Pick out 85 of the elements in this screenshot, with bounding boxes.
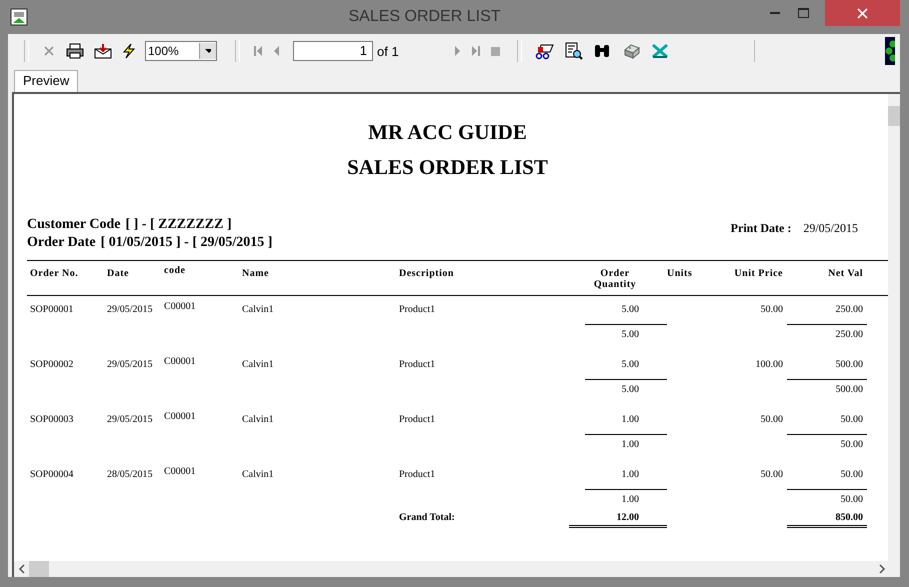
filter-value: [ 01/05/2015 ] - [ 29/05/2015 ] (100, 234, 272, 252)
table-cell-text: Calvin1 (242, 359, 275, 372)
table-cell-text: 29/05/2015 (107, 359, 154, 372)
column-header: Order No. (30, 268, 80, 281)
preview-tab[interactable]: Preview (14, 70, 78, 92)
table-cell-text: 50.00 (840, 469, 864, 482)
next-page-icon[interactable] (454, 45, 461, 57)
table-cell-text: 50.00 (760, 414, 784, 427)
company-name: MR ACC GUIDE (367, 120, 528, 145)
app-icon (10, 8, 28, 26)
subtotal-cell: 500.00 (787, 379, 867, 406)
table-cell-text: C00001 (164, 466, 197, 479)
scroll-thumb[interactable] (29, 561, 49, 577)
table-cell-text: Product1 (399, 469, 436, 482)
subtotal-cell: 250.00 (787, 324, 867, 351)
maximize-icon[interactable] (798, 8, 808, 18)
scroll-right-icon[interactable] (878, 564, 886, 574)
table-cell-text: SOP00004 (30, 469, 74, 482)
table-cell-text: SOP00001 (30, 304, 74, 317)
close-button[interactable] (825, 0, 900, 26)
column-header: Net Val (827, 268, 864, 281)
subtotal-cell: 5.00 (585, 324, 667, 351)
table-cell-text: 250.00 (834, 304, 864, 317)
table-cell-text: 29/05/2015 (107, 304, 154, 317)
window-title: SALES ORDER LIST (347, 8, 502, 26)
previous-page-icon[interactable] (273, 45, 280, 57)
table-cell-text: Calvin1 (242, 414, 275, 427)
column-header: Name (242, 268, 270, 281)
table-cell-text: 100.00 (754, 359, 784, 372)
close-icon (857, 8, 868, 18)
first-page-icon[interactable] (253, 45, 263, 57)
table-cell-text: 500.00 (834, 359, 864, 372)
vertical-scrollbar[interactable] (888, 94, 900, 561)
table-cell-text: Product1 (399, 414, 436, 427)
stop-icon[interactable] (490, 46, 500, 56)
table-cell-text: C00001 (164, 301, 197, 314)
scroll-thumb[interactable] (888, 106, 900, 126)
table-cell-text: 29/05/2015 (107, 414, 154, 427)
logo-icon (885, 37, 895, 65)
table-cell-text: C00001 (164, 411, 197, 424)
subtotal-cell: 5.00 (585, 379, 667, 406)
dropdown-arrow-icon (205, 49, 211, 53)
column-header: Description (399, 268, 455, 281)
print-date: 29/05/2015 (803, 221, 858, 237)
last-page-icon[interactable] (470, 45, 481, 57)
report-title: SALES ORDER LIST (346, 155, 549, 180)
column-header: Unit Price (733, 268, 784, 281)
table-cell-text: 5.00 (620, 304, 640, 317)
page-count: of 1 (377, 44, 399, 58)
filter-label: Order Date (27, 234, 96, 252)
spreadsheet-export-icon[interactable] (650, 43, 669, 59)
subtotal-cell: 50.00 (787, 434, 867, 461)
column-header: Units (667, 268, 694, 281)
table-cell-text: 50.00 (840, 414, 864, 427)
table-cell-text: Product1 (399, 304, 436, 317)
horizontal-scrollbar[interactable] (14, 561, 900, 577)
filter-label: Customer Code (27, 216, 120, 234)
table-cell-text: C00001 (164, 356, 197, 369)
table-cell-text: 1.00 (620, 469, 640, 482)
scroll-left-icon[interactable] (18, 564, 26, 574)
table-cell-text: SOP00002 (30, 359, 74, 372)
close-icon[interactable] (42, 44, 56, 58)
table-cell-text: 50.00 (760, 304, 784, 317)
column-header: Order Quantity (592, 268, 638, 292)
page-number-field[interactable]: 1 (293, 41, 373, 61)
subtotal-cell: 1.00 (585, 434, 667, 461)
print-date-label: Print Date : (730, 221, 792, 237)
table-cell-text: Product1 (399, 359, 436, 372)
column-header: Date (107, 268, 130, 281)
table-cell-text: 1.00 (620, 414, 640, 427)
column-header: code (164, 265, 186, 278)
grand-total-label: Grand Total: (399, 512, 456, 525)
filter-value: [ ] - [ ZZZZZZZ ] (125, 216, 232, 234)
table-cell-text: Calvin1 (242, 304, 275, 317)
table-cell-text: 50.00 (760, 469, 784, 482)
table-cell-text: Calvin1 (242, 469, 275, 482)
truck-icon[interactable] (534, 42, 555, 60)
page-magnifier-icon[interactable] (564, 42, 583, 60)
zoom-dropdown[interactable]: 100% (145, 41, 217, 61)
binoculars-icon[interactable] (592, 43, 611, 59)
lightning-icon[interactable] (122, 43, 136, 59)
envelope-icon[interactable] (94, 43, 112, 59)
table-cell-text: 28/05/2015 (107, 469, 154, 482)
table-cell-text: 5.00 (620, 359, 640, 372)
table-cell-text: SOP00003 (30, 414, 74, 427)
